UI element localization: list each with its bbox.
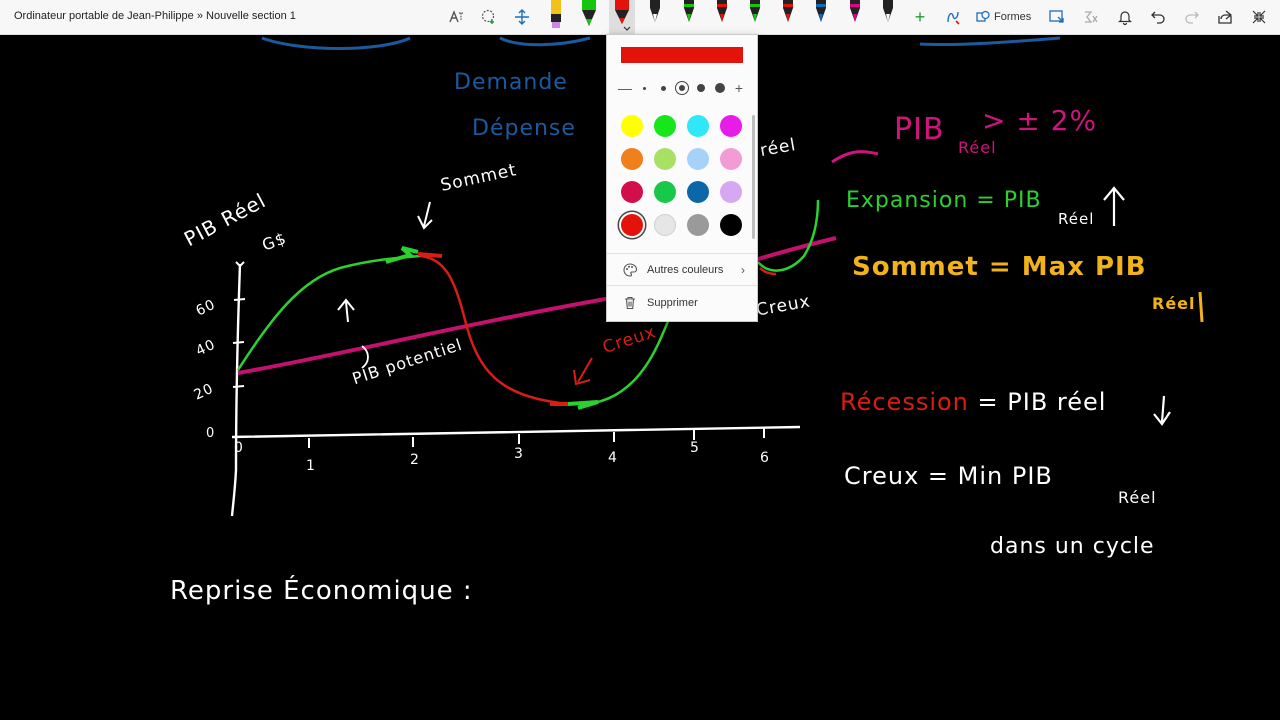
color-swatch-15[interactable] xyxy=(687,214,709,236)
palette-icon xyxy=(621,262,639,278)
thickness-dot-icon xyxy=(697,84,705,92)
color-swatch-grid xyxy=(621,115,747,236)
sommet-definition: Sommet = Max PIB xyxy=(852,252,1147,282)
creux-sub: Réel xyxy=(1118,488,1157,507)
thickness-option-3-selected[interactable] xyxy=(674,80,690,96)
delete-label: Supprimer xyxy=(647,297,698,309)
x-tick-3: 3 xyxy=(514,446,524,462)
color-swatch-5[interactable] xyxy=(621,148,643,170)
note-depense: Dépense xyxy=(472,116,576,141)
color-swatch-10[interactable] xyxy=(654,181,676,203)
recession-rest: = PIB réel xyxy=(977,388,1107,416)
expansion-curve-right xyxy=(757,199,820,272)
delete-pen-item[interactable]: Supprimer xyxy=(621,294,745,312)
more-colors-label: Autres couleurs xyxy=(647,264,724,276)
trough-mark-green xyxy=(567,400,599,410)
x-tick-4: 4 xyxy=(608,450,618,466)
color-swatch-8[interactable] xyxy=(720,148,742,170)
pink-threshold: > ± 2% xyxy=(982,104,1098,137)
swatch-scrollbar[interactable] xyxy=(752,115,755,239)
expansion-up-arrow xyxy=(1103,186,1125,226)
x-tick-0: 0 xyxy=(234,440,244,456)
y-axis xyxy=(230,263,242,517)
thickness-increase-button[interactable]: + xyxy=(731,80,747,96)
menu-separator xyxy=(607,253,757,254)
thickness-dot-icon xyxy=(660,85,666,91)
expansion-word-wrapper: Expansion = PIB xyxy=(846,188,1042,213)
color-swatch-6[interactable] xyxy=(654,148,676,170)
creux-def-line2: dans un cycle xyxy=(990,534,1155,559)
creux-arrow xyxy=(573,357,593,386)
color-swatch-16[interactable] xyxy=(720,214,742,236)
sommet-bar-stroke xyxy=(1198,291,1204,323)
current-color-preview xyxy=(621,47,743,63)
note-demande: Demande xyxy=(454,70,568,95)
growth-arrow xyxy=(337,298,355,323)
blue-scribble-top-mid xyxy=(499,36,591,47)
x-tick-6: 6 xyxy=(760,450,770,466)
recession-down-arrow xyxy=(1153,395,1171,426)
color-swatch-12[interactable] xyxy=(720,181,742,203)
color-swatch-13[interactable] xyxy=(621,214,643,236)
recovery-curve xyxy=(564,309,674,406)
recession-definition: Récession = PIB réel xyxy=(840,388,1106,416)
expansion-definition: Expansion = PIB xyxy=(846,188,1042,213)
color-swatch-9[interactable] xyxy=(621,181,643,203)
pink-pib-note: PIB xyxy=(894,112,945,147)
pen-color-popup: — + Autres couleurs › Supprimer xyxy=(606,34,758,322)
color-swatch-7[interactable] xyxy=(687,148,709,170)
expansion-curve xyxy=(236,254,421,371)
creux-definition: Creux = Min PIB xyxy=(844,462,1053,490)
thickness-selected-ring xyxy=(675,81,689,95)
thickness-option-5[interactable] xyxy=(712,80,728,96)
x-tick-2: 2 xyxy=(410,452,420,468)
reprise-heading: Reprise Économique : xyxy=(170,576,473,606)
thickness-option-2[interactable] xyxy=(655,80,671,96)
color-swatch-4[interactable] xyxy=(720,115,742,137)
blue-scribble-top-left xyxy=(261,36,411,50)
x-tick-5: 5 xyxy=(690,440,700,456)
blue-scribble-top-right xyxy=(919,36,1061,47)
thickness-option-4[interactable] xyxy=(693,80,709,96)
thickness-selector: — + xyxy=(617,79,747,97)
x-tick-1: 1 xyxy=(306,458,316,474)
peak-mark-green xyxy=(385,246,419,264)
y-tick-0: 0 xyxy=(206,426,216,441)
thickness-dot-icon xyxy=(642,86,646,90)
thickness-option-1[interactable] xyxy=(636,80,652,96)
pink-arrow xyxy=(831,150,879,164)
x-axis xyxy=(231,425,801,439)
chevron-right-icon: › xyxy=(741,263,745,277)
sommet-sub: Réel xyxy=(1152,294,1196,313)
peak-mark-red xyxy=(417,252,443,258)
pink-pib-sub: Réel xyxy=(958,138,997,157)
sommet-arrow xyxy=(417,201,433,230)
color-swatch-2[interactable] xyxy=(654,115,676,137)
trash-icon xyxy=(621,296,639,310)
color-swatch-3[interactable] xyxy=(687,115,709,137)
more-colors-item[interactable]: Autres couleurs › xyxy=(621,261,745,279)
thickness-dot-icon xyxy=(715,83,725,93)
thickness-dot-icon xyxy=(679,85,685,91)
color-swatch-11[interactable] xyxy=(687,181,709,203)
expansion-sub: Réel xyxy=(1058,210,1095,228)
color-swatch-1[interactable] xyxy=(621,115,643,137)
recession-word: Récession xyxy=(840,388,969,416)
menu-separator xyxy=(607,285,757,286)
expansion-def-text: Expansion = PIB xyxy=(846,188,1042,213)
color-swatch-14[interactable] xyxy=(654,214,676,236)
thickness-decrease-button[interactable]: — xyxy=(617,80,633,96)
